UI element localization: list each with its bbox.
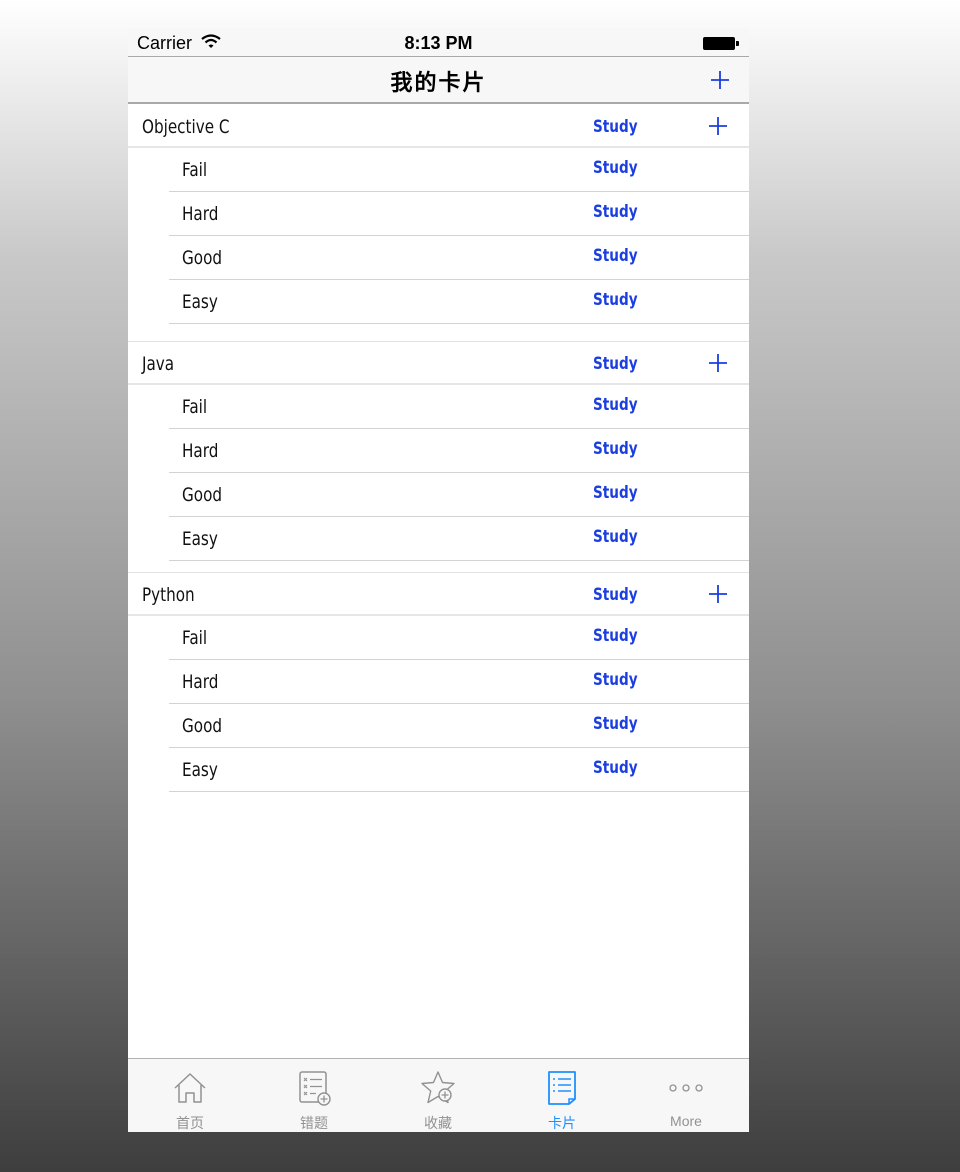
status-bar: Carrier 8:13 PM	[128, 28, 749, 56]
list-item[interactable]: Hard Study	[128, 429, 749, 473]
list-item[interactable]: Easy Study	[128, 280, 749, 324]
phone-screen: Carrier 8:13 PM 我的卡片 Objective C Study Fai…	[128, 28, 749, 1132]
row-divider	[169, 323, 749, 324]
add-card-button[interactable]	[706, 351, 730, 375]
deck-title: Java	[142, 353, 175, 375]
deck-header-row[interactable]: Objective C Study	[128, 105, 749, 148]
tab-2[interactable]: 收藏	[376, 1059, 500, 1132]
list-item[interactable]: Fail Study	[128, 148, 749, 192]
section-divider	[128, 561, 749, 573]
difficulty-label: Good	[182, 484, 223, 506]
difficulty-label: Easy	[182, 291, 218, 313]
difficulty-label: Fail	[182, 627, 208, 649]
add-deck-button[interactable]	[706, 65, 734, 95]
status-time: 8:13 PM	[404, 33, 473, 53]
deck-study-button[interactable]: Study	[593, 354, 638, 374]
list-item[interactable]: Good Study	[128, 236, 749, 280]
plus-icon	[711, 71, 729, 89]
row-study-button[interactable]: Study	[593, 626, 638, 646]
difficulty-label: Fail	[182, 396, 208, 418]
list-item[interactable]: Easy Study	[128, 517, 749, 561]
difficulty-label: Hard	[182, 671, 219, 693]
tab-bar: 首页 错题 收藏 卡片 More	[128, 1058, 749, 1132]
navigation-bar: 我的卡片	[128, 56, 749, 104]
tab-4[interactable]: More	[624, 1059, 748, 1132]
difficulty-label: Good	[182, 247, 223, 269]
list-item[interactable]: Fail Study	[128, 385, 749, 429]
difficulty-label: Hard	[182, 203, 219, 225]
row-study-button[interactable]: Study	[593, 246, 638, 266]
difficulty-label: Hard	[182, 440, 219, 462]
difficulty-label: Good	[182, 715, 223, 737]
plus-icon	[709, 585, 727, 603]
section-divider	[128, 324, 749, 342]
difficulty-label: Fail	[182, 159, 208, 181]
list-item[interactable]: Fail Study	[128, 616, 749, 660]
row-divider	[169, 791, 749, 792]
tab-label: 首页	[176, 1115, 204, 1131]
battery-icon	[703, 37, 739, 50]
plus-icon	[709, 354, 727, 372]
row-study-button[interactable]: Study	[593, 758, 638, 778]
difficulty-label: Easy	[182, 528, 218, 550]
row-study-button[interactable]: Study	[593, 395, 638, 415]
tab-label: 错题	[300, 1115, 328, 1131]
list-item[interactable]: Easy Study	[128, 748, 749, 792]
deck-study-button[interactable]: Study	[593, 585, 638, 605]
deck-section: Python Study Fail Study Hard Study Good Study Ea…	[128, 573, 749, 792]
row-study-button[interactable]: Study	[593, 527, 638, 547]
list-item[interactable]: Good Study	[128, 704, 749, 748]
deck-title: Python	[142, 584, 195, 606]
row-study-button[interactable]: Study	[593, 670, 638, 690]
tab-1[interactable]: 错题	[252, 1059, 376, 1132]
add-card-button[interactable]	[706, 582, 730, 606]
plus-icon	[709, 117, 727, 135]
row-study-button[interactable]: Study	[593, 483, 638, 503]
deck-study-button[interactable]: Study	[593, 117, 638, 137]
deck-list: Objective C Study Fail Study Hard Study Good St…	[128, 105, 749, 792]
row-study-button[interactable]: Study	[593, 439, 638, 459]
tab-3[interactable]: 卡片	[500, 1059, 624, 1132]
tab-label: 卡片	[548, 1115, 576, 1131]
deck-title: Objective C	[142, 116, 230, 138]
deck-section: Java Study Fail Study Hard Study Good Study Easy…	[128, 342, 749, 561]
list-item[interactable]: Hard Study	[128, 660, 749, 704]
row-study-button[interactable]: Study	[593, 714, 638, 734]
row-divider	[169, 560, 749, 561]
difficulty-label: Easy	[182, 759, 218, 781]
tab-label: 收藏	[424, 1115, 452, 1131]
page-title: 我的卡片	[390, 70, 487, 96]
row-study-button[interactable]: Study	[593, 158, 638, 178]
row-study-button[interactable]: Study	[593, 202, 638, 222]
list-item[interactable]: Good Study	[128, 473, 749, 517]
deck-header-row[interactable]: Java Study	[128, 342, 749, 385]
list-item[interactable]: Hard Study	[128, 192, 749, 236]
tab-0[interactable]: 首页	[128, 1059, 252, 1132]
row-study-button[interactable]: Study	[593, 290, 638, 310]
tab-label: More	[670, 1113, 702, 1129]
add-card-button[interactable]	[706, 114, 730, 138]
deck-section: Objective C Study Fail Study Hard Study Good St…	[128, 105, 749, 324]
deck-header-row[interactable]: Python Study	[128, 573, 749, 616]
